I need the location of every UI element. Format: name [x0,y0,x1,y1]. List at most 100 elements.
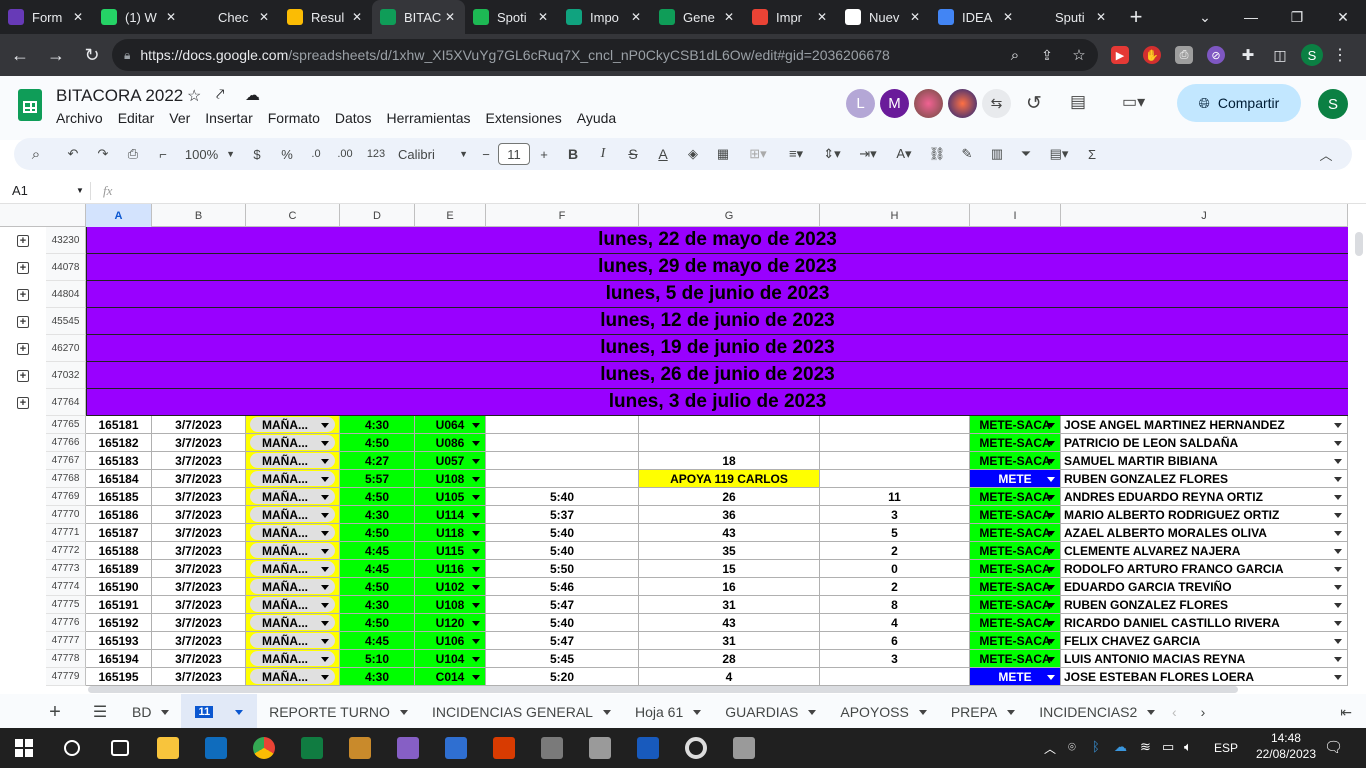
column-header[interactable]: F [486,204,639,227]
row-header[interactable]: 47775 [46,596,86,614]
cell-i[interactable]: METE-SACA [970,524,1061,542]
chevron-down-icon[interactable] [1047,548,1055,554]
menu-item[interactable]: Ver [169,110,190,126]
notifications-icon[interactable]: 🗨︎ [1324,738,1343,756]
sheet-tab[interactable]: Hoja 61 [623,694,713,730]
decrease-decimal-button[interactable]: .0 [302,140,330,168]
print-icon[interactable]: ⎙ [118,140,148,168]
undo-icon[interactable]: ↶ [58,140,88,168]
cell-b[interactable]: 3/7/2023 [152,488,246,506]
cell-a[interactable]: 165183 [86,452,152,470]
close-tab-icon[interactable]: ✕ [629,10,643,24]
comments-icon[interactable]: ▤ [1070,92,1086,112]
cell-c[interactable]: MAÑA... [246,416,340,434]
cell-i[interactable]: METE-SACA [970,578,1061,596]
bluetooth-icon[interactable]: ᛒ [1092,739,1100,754]
cell-b[interactable]: 3/7/2023 [152,632,246,650]
cell-g[interactable]: APOYA 119 CARLOS [639,470,820,488]
cell-a[interactable]: 165184 [86,470,152,488]
visual-studio-icon[interactable] [384,728,432,768]
expand-group-icon[interactable]: + [17,342,29,355]
chevron-down-icon[interactable] [1047,566,1055,572]
date-banner-cell[interactable]: lunes, 29 de mayo de 2023 [86,254,1348,281]
sheet-tab[interactable]: INCIDENCIAS2 [1027,694,1160,730]
cell-f[interactable] [486,452,639,470]
extension-video-icon[interactable]: ▶ [1111,46,1129,64]
cell-b[interactable]: 3/7/2023 [152,614,246,632]
menu-item[interactable]: Herramientas [386,110,470,126]
name-box[interactable]: A1 ▼ [0,183,90,198]
cell-f[interactable] [486,470,639,488]
printer-app-icon-2[interactable] [720,728,768,768]
shift-dropdown-chip[interactable]: MAÑA... [250,525,335,540]
close-tab-icon[interactable]: ✕ [350,10,364,24]
windows-start-icon[interactable] [0,728,48,768]
shift-dropdown-chip[interactable]: MAÑA... [250,651,335,666]
chevron-down-icon[interactable] [1007,709,1016,715]
column-header[interactable]: I [970,204,1061,227]
chevron-down-icon[interactable] [472,440,480,446]
address-bar[interactable]: 🔒︎ https://docs.google.com /spreadsheets… [112,39,1098,71]
row-header[interactable]: 47768 [46,470,86,488]
cell-f[interactable]: 5:50 [486,560,639,578]
cell-j[interactable]: MARIO ALBERTO RODRIGUEZ ORTIZ [1061,506,1348,524]
back-icon[interactable]: ← [4,39,36,71]
bold-button[interactable]: B [558,140,588,168]
cell-h[interactable] [820,416,970,434]
cell-f[interactable]: 5:40 [486,524,639,542]
expand-group-icon[interactable]: + [17,234,29,247]
column-header[interactable]: D [340,204,415,227]
cell-c[interactable]: MAÑA... [246,560,340,578]
row-header[interactable]: 47765 [46,416,86,434]
user-avatar[interactable]: S [1318,89,1348,119]
cell-a[interactable]: 165186 [86,506,152,524]
row-header[interactable]: 47776 [46,614,86,632]
expand-group-icon[interactable]: + [17,315,29,328]
cell-h[interactable]: 0 [820,560,970,578]
cell-d[interactable]: 4:30 [340,416,415,434]
close-tab-icon[interactable]: ✕ [815,10,829,24]
redo-icon[interactable]: ↷ [88,140,118,168]
share-button[interactable]: 🌐︎ Compartir [1177,84,1301,122]
chevron-down-icon[interactable] [161,709,170,715]
cell-f[interactable] [486,416,639,434]
cell-i[interactable]: METE-SACA [970,542,1061,560]
cell-h[interactable]: 11 [820,488,970,506]
chevron-down-icon[interactable] [693,709,702,715]
browser-tab[interactable]: (1) W ✕ [93,0,186,34]
chevron-down-icon[interactable] [472,476,480,482]
chevron-down-icon[interactable] [1334,512,1342,518]
cell-d[interactable]: 4:27 [340,452,415,470]
bookmark-star-icon[interactable]: ☆ [1070,46,1088,64]
menu-item[interactable]: Editar [118,110,155,126]
row-header[interactable]: 47777 [46,632,86,650]
horizontal-align-icon[interactable]: ≡▾ [778,140,814,168]
chevron-down-icon[interactable] [1334,494,1342,500]
cell-j[interactable]: JOSE ESTEBAN FLORES LOERA [1061,668,1348,686]
settings-icon[interactable] [672,728,720,768]
cell-g[interactable]: 31 [639,596,820,614]
cell-c[interactable]: MAÑA... [246,614,340,632]
cell-a[interactable]: 165192 [86,614,152,632]
cell-e[interactable]: U105 [415,488,486,506]
cell-c[interactable]: MAÑA... [246,452,340,470]
cell-e[interactable]: U115 [415,542,486,560]
cell-f[interactable]: 5:40 [486,488,639,506]
chevron-down-icon[interactable] [472,620,480,626]
column-header[interactable]: E [415,204,486,227]
cell-h[interactable]: 3 [820,506,970,524]
sheets-logo-icon[interactable] [18,89,42,121]
cell-g[interactable]: 28 [639,650,820,668]
cell-d[interactable]: 4:50 [340,488,415,506]
cell-h[interactable]: 3 [820,650,970,668]
column-header[interactable]: G [639,204,820,227]
cell-b[interactable]: 3/7/2023 [152,560,246,578]
side-panel-collapse-icon[interactable]: ⇤ [1328,694,1364,730]
cell-j[interactable]: CLEMENTE ALVAREZ NAJERA [1061,542,1348,560]
chevron-down-icon[interactable] [472,638,480,644]
vertical-scrollbar[interactable] [1355,232,1363,256]
chevron-down-icon[interactable] [1047,494,1055,500]
cell-a[interactable]: 165190 [86,578,152,596]
scroll-tabs-left-icon[interactable]: ‹ [1160,694,1189,730]
functions-button[interactable]: Σ [1078,140,1106,168]
